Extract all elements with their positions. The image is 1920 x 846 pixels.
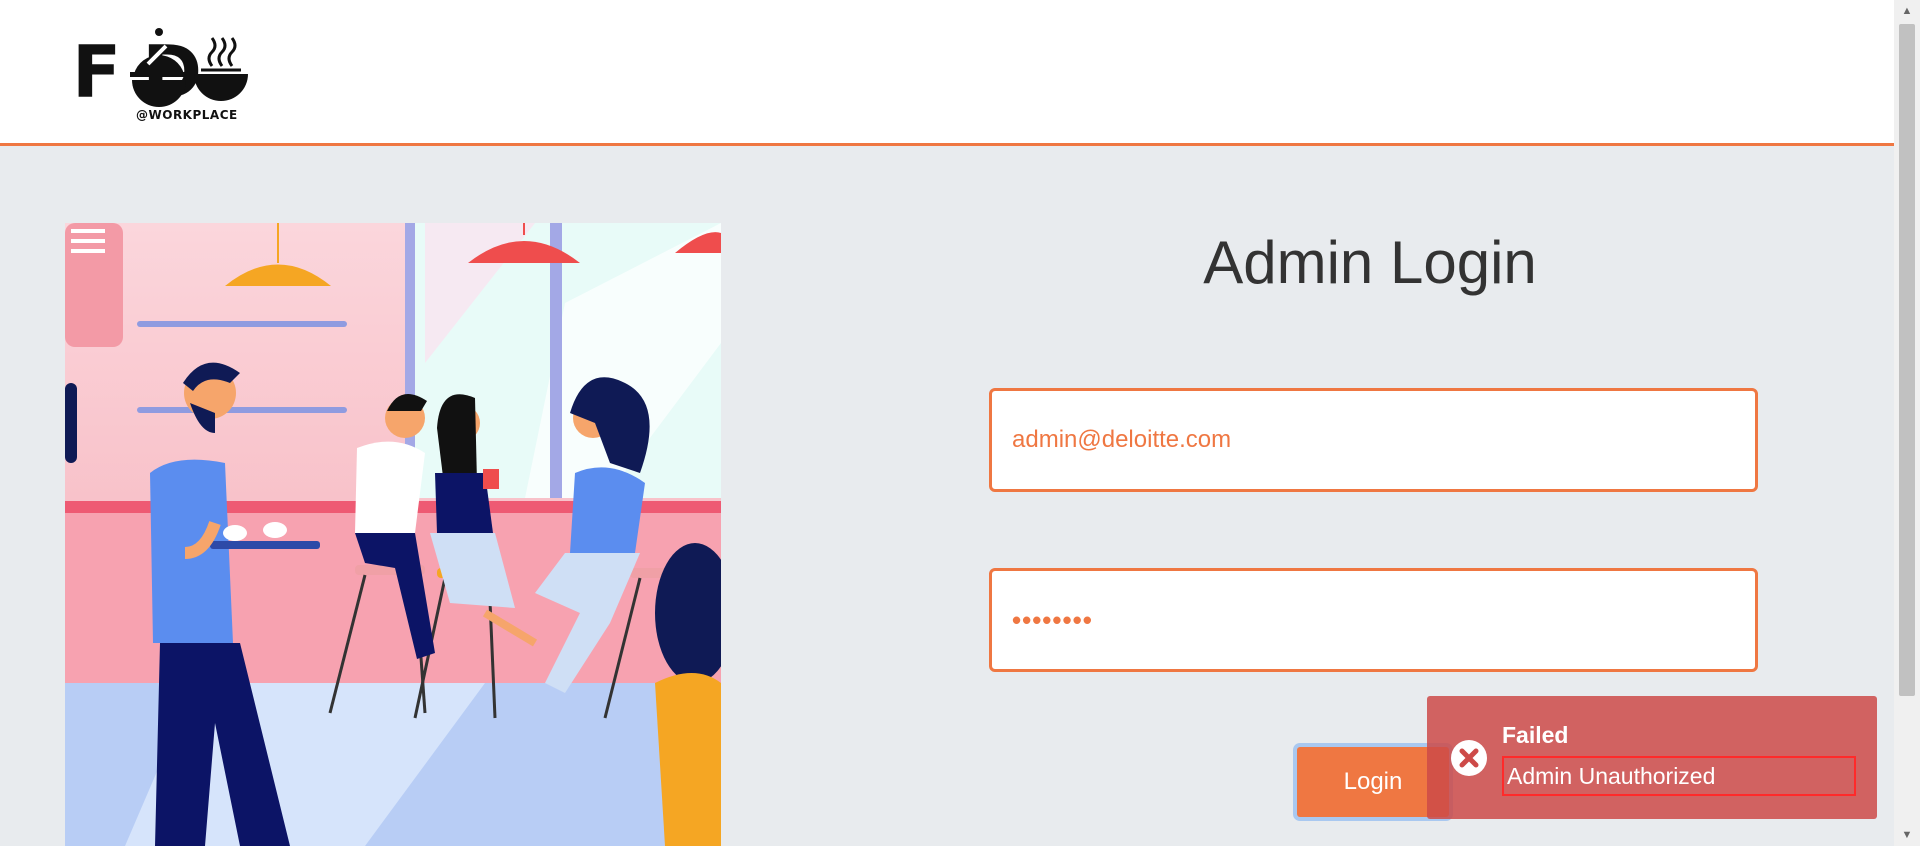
error-circle-x-icon [1451,740,1487,776]
toast-title: Failed [1502,722,1569,748]
cafe-illustration [65,223,721,846]
toast-message: Admin Unauthorized [1502,756,1856,796]
logo-cloche-bowl-icon [130,28,248,107]
cafe-scene-image [65,223,721,846]
triangle-down-icon[interactable]: ▼ [1894,826,1920,844]
password-input[interactable]: •••••••• [989,568,1758,672]
page-title: Admin Login [1203,229,1537,296]
scrollbar-thumb[interactable] [1899,24,1915,696]
food-workplace-logo[interactable]: F D @WORKPLACE [72,22,304,128]
triangle-up-icon[interactable]: ▲ [1894,2,1920,20]
vertical-scrollbar[interactable]: ▲ ▼ [1894,0,1920,846]
email-value: admin@deloitte.com [1012,426,1232,453]
error-toast[interactable]: Failed Admin Unauthorized [1427,696,1877,819]
email-input[interactable]: admin@deloitte.com [989,388,1758,492]
password-value: •••••••• [1012,604,1093,635]
site-header: F D @WORKPLACE [0,0,1894,146]
logo-tagline: @WORKPLACE [136,108,238,122]
